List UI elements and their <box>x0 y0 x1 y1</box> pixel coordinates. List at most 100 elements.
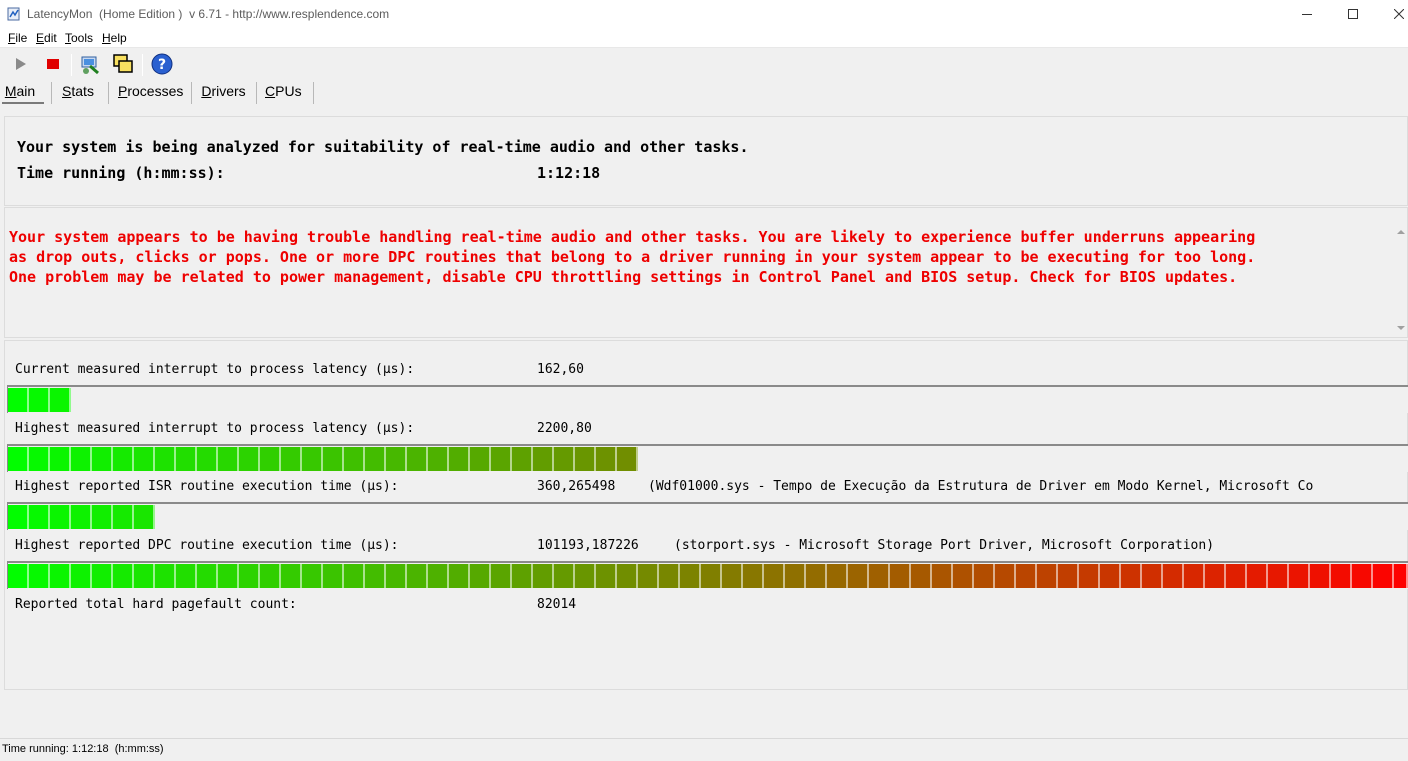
meter-segment <box>533 564 554 588</box>
meter-segment <box>1394 564 1408 588</box>
tab-stats[interactable]: Stats <box>60 80 96 104</box>
meter-segment <box>428 447 449 471</box>
meter-segment <box>239 564 260 588</box>
warning-message: Your system appears to be having trouble… <box>9 228 1256 286</box>
meter-segment <box>806 564 827 588</box>
meter-segment <box>1247 564 1268 588</box>
meter-segment <box>29 505 50 529</box>
windows-icon <box>112 53 134 78</box>
meter-segment <box>344 564 365 588</box>
meter-segment <box>827 564 848 588</box>
dpc-time-label: Highest reported DPC routine execution t… <box>15 538 399 553</box>
vertical-scrollbar[interactable] <box>1393 208 1408 337</box>
meter-segment <box>932 564 953 588</box>
meter-segment <box>1205 564 1226 588</box>
meter-segment <box>29 564 50 588</box>
status-text: Time running: 1:12:18 (h:mm:ss) <box>2 743 164 755</box>
toolbar: ? <box>0 49 1408 80</box>
maximize-icon <box>1348 8 1358 22</box>
meter-segment <box>239 447 260 471</box>
meter-segment <box>113 564 134 588</box>
meter-segment <box>176 564 197 588</box>
meter-segment <box>596 564 617 588</box>
meter-segment <box>680 564 701 588</box>
start-button[interactable] <box>9 53 33 77</box>
menu-help[interactable]: Help <box>102 31 127 45</box>
meter-segment <box>1142 564 1163 588</box>
meter-segment <box>638 564 659 588</box>
dpc-driver-description: (storport.sys - Microsoft Storage Port D… <box>674 538 1215 553</box>
meter-segment <box>260 447 281 471</box>
meter-segment <box>386 447 407 471</box>
meter-segment <box>8 447 29 471</box>
meter-segment <box>8 388 29 412</box>
svg-text:?: ? <box>158 57 166 73</box>
meter-segment <box>302 447 323 471</box>
meter-segment <box>1058 564 1079 588</box>
meter-segment <box>302 564 323 588</box>
scroll-down-icon[interactable] <box>1397 326 1405 330</box>
meter-segment <box>92 564 113 588</box>
meter-segment <box>407 447 428 471</box>
isr-time-label: Highest reported ISR routine execution t… <box>15 479 399 494</box>
meter-segment <box>1037 564 1058 588</box>
meter-segment <box>491 447 512 471</box>
minimize-button[interactable] <box>1284 0 1330 29</box>
tab-main[interactable]: Main <box>4 80 36 104</box>
meter-segment <box>617 564 638 588</box>
meter-segment <box>134 505 155 529</box>
highest-latency-meter <box>7 444 1408 472</box>
meter-segment <box>743 564 764 588</box>
meter-segment <box>617 447 638 471</box>
install-button[interactable] <box>79 53 103 77</box>
meter-segment <box>176 447 197 471</box>
scroll-up-icon[interactable] <box>1397 230 1405 234</box>
tab-cpus[interactable]: CPUs <box>265 80 302 104</box>
menu-file[interactable]: File <box>8 31 27 45</box>
help-button[interactable]: ? <box>150 53 174 77</box>
meter-segment <box>155 447 176 471</box>
pagefault-count-value: 82014 <box>537 597 577 612</box>
meter-segment <box>974 564 995 588</box>
meter-segment <box>1100 564 1121 588</box>
meter-segment <box>134 447 155 471</box>
help-icon: ? <box>151 53 173 78</box>
title-bar: LatencyMon (Home Edition ) v 6.71 - http… <box>0 0 1408 29</box>
stop-button[interactable] <box>41 53 65 77</box>
meter-segment <box>449 564 470 588</box>
install-icon <box>80 53 102 78</box>
meter-segment <box>386 564 407 588</box>
meter-segment <box>722 564 743 588</box>
tab-separator <box>256 82 257 104</box>
meter-segment <box>197 447 218 471</box>
meter-segment <box>1163 564 1184 588</box>
maximize-button[interactable] <box>1330 0 1376 29</box>
status-bar: Time running: 1:12:18 (h:mm:ss) <box>0 738 1408 761</box>
tab-processes[interactable]: Processes <box>118 80 183 104</box>
meter-segment <box>50 564 71 588</box>
meter-segment <box>8 505 29 529</box>
current-latency-value: 162,60 <box>537 362 584 377</box>
minimize-icon <box>1302 8 1312 22</box>
time-running-value: 1:12:18 <box>537 164 601 182</box>
meter-segment <box>491 564 512 588</box>
conclusion-panel: Your system appears to be having trouble… <box>4 207 1408 338</box>
windows-button[interactable] <box>111 53 135 77</box>
isr-time-value: 360,265498 <box>537 479 616 494</box>
meter-segment <box>659 564 680 588</box>
meter-segment <box>1079 564 1100 588</box>
meter-segment <box>218 564 239 588</box>
menu-tools[interactable]: Tools <box>65 31 93 45</box>
close-button[interactable] <box>1376 0 1408 29</box>
meter-segment <box>554 447 575 471</box>
meter-segment <box>1352 564 1373 588</box>
time-running-label: Time running (h:mm:ss): <box>17 164 225 182</box>
menu-edit[interactable]: Edit <box>36 31 57 45</box>
current-latency-meter <box>7 385 1408 413</box>
tab-drivers[interactable]: Drivers <box>200 80 247 104</box>
tab-separator <box>108 82 109 104</box>
meter-segment <box>533 447 554 471</box>
meter-segment <box>113 447 134 471</box>
meter-segment <box>1373 564 1394 588</box>
meter-segment <box>365 564 386 588</box>
